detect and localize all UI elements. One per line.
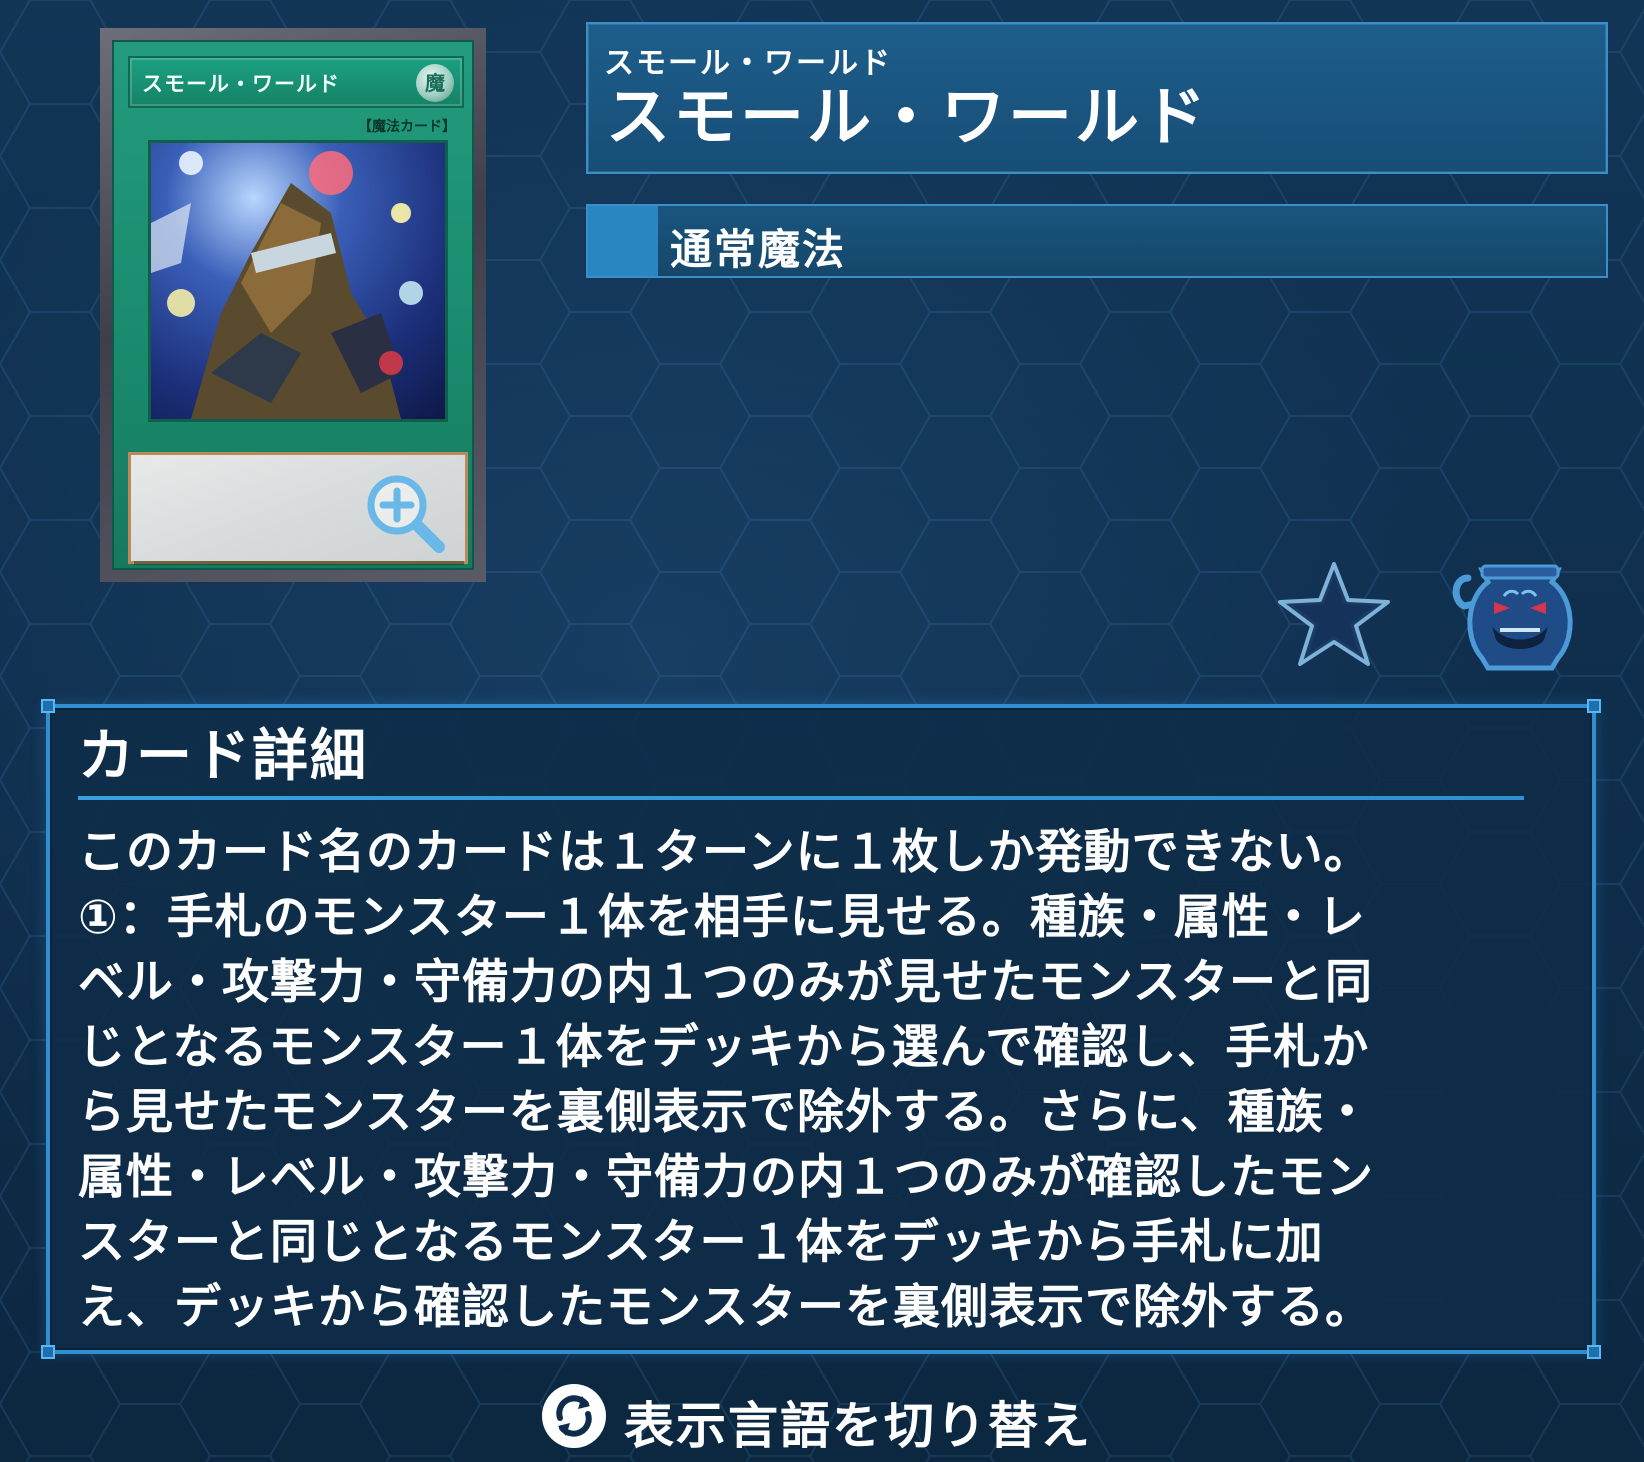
card-effect-text: このカード名のカードは１ターンに１枚しか発動できない。 ①：手札のモンスター１体… [78, 820, 1548, 1340]
effect-text-line: ①：手札のモンスター１体を相手に見せる。種族・属性・レ [78, 890, 1366, 945]
card-details-panel: カード詳細 このカード名のカードは１ターンに１枚しか発動できない。 ①：手札のモ… [41, 699, 1601, 1359]
favorite-button[interactable] [1276, 560, 1392, 668]
card-artwork [148, 140, 448, 422]
panel-corner-bottom-right [1587, 1345, 1601, 1359]
card-footer [134, 561, 464, 565]
panel-corner-bottom-left [41, 1345, 55, 1359]
effect-text-line: 属性・レベル・攻撃力・守備力の内１つのみが確認したモン [78, 1150, 1374, 1205]
card-title-panel: スモール・ワールド スモール・ワールド [586, 22, 1608, 174]
switch-language-button[interactable]: 表示言語を切り替え [542, 1380, 1102, 1455]
panel-corner-top-right [1587, 699, 1601, 713]
card-name-box: スモール・ワールド 魔 [128, 56, 464, 108]
spell-attribute-icon: 魔 [416, 64, 454, 102]
details-divider [78, 796, 1524, 800]
card-title-ruby: スモール・ワールド [604, 46, 892, 81]
card-type-line: 【魔法カード】 [358, 119, 456, 135]
card-name-text: スモール・ワールド [142, 72, 340, 96]
effect-text-line: ら見せたモンスターを裏側表示で除外する。さらに、種族・ [78, 1085, 1372, 1140]
effect-text-line: え、デッキから確認したモンスターを裏側表示で除外する。 [78, 1280, 1374, 1335]
pot-of-greed-icon [1452, 564, 1573, 671]
panel-corner-top-left [41, 699, 55, 713]
effect-text-line: ベル・攻撃力・守備力の内１つのみが見せたモンスターと同 [78, 955, 1374, 1010]
details-heading: カード詳細 [78, 724, 368, 789]
type-color-chip [588, 206, 658, 276]
pot-button[interactable] [1448, 560, 1582, 672]
zoom-in-icon [367, 475, 445, 553]
spell-card: スモール・ワールド 魔 【魔法カード】 [112, 40, 474, 570]
switch-language-label: 表示言語を切り替え [624, 1397, 1092, 1455]
card-title: スモール・ワールド [606, 81, 1209, 155]
card-image[interactable]: スモール・ワールド 魔 【魔法カード】 [100, 28, 486, 582]
effect-text-line: じとなるモンスター１体をデッキから選んで確認し、手札か [78, 1020, 1370, 1075]
card-type-label: 通常魔法 [670, 225, 847, 274]
zoom-button[interactable] [363, 471, 447, 555]
card-text-box [128, 452, 468, 564]
star-icon [1278, 562, 1390, 666]
effect-text-line: スターと同じとなるモンスター１体をデッキから手札に加 [78, 1215, 1324, 1270]
card-type-panel: 通常魔法 [586, 204, 1608, 278]
effect-text-line: このカード名のカードは１ターンに１枚しか発動できない。 [78, 825, 1372, 880]
refresh-icon [542, 1384, 606, 1448]
